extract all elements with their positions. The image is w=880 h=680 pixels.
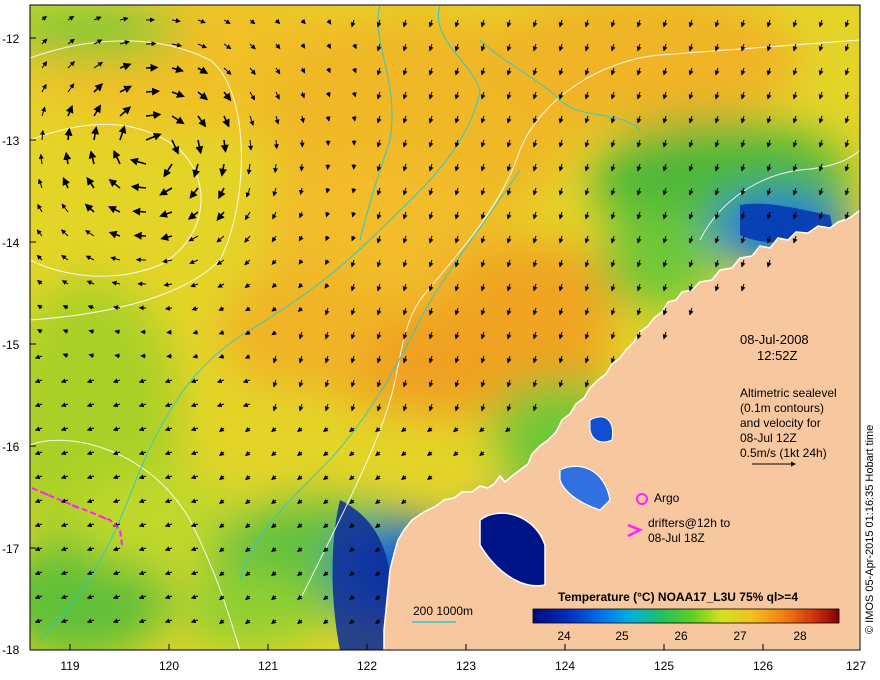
x-tick-label: 121 (257, 659, 279, 673)
colorbar-tick: 28 (793, 629, 807, 643)
y-tick-label: -15 (2, 338, 20, 352)
colorbar-tick: 25 (615, 629, 629, 643)
velocity-arrow (299, 163, 305, 172)
velocity-arrow (166, 329, 173, 335)
sea-surface-temperature-field (30, 5, 860, 650)
velocity-arrow (273, 139, 279, 150)
y-tick-label: -17 (2, 542, 20, 556)
x-tick-label: 124 (554, 659, 576, 673)
velocity-arrow (114, 353, 121, 359)
colorbar (532, 608, 840, 624)
x-tick-label: 122 (356, 659, 378, 673)
velocity-arrow (132, 207, 147, 216)
isobath-legend-label: 200 1000m (413, 604, 474, 618)
velocity-arrow (145, 87, 160, 96)
colorbar-title: Temperature (°C) NOAA17_L3U 75% ql>=4 (558, 590, 798, 604)
drifters-label-time: 08-Jul 18Z (648, 531, 705, 545)
altimetry-legend-line: Altimetric sealevel (740, 386, 837, 400)
colorbar-tick: 27 (733, 629, 747, 643)
velocity-arrow (145, 63, 159, 72)
y-tick-label: -14 (2, 236, 20, 250)
altimetry-legend-line: and velocity for (740, 416, 821, 430)
altimetry-legend-line: 08-Jul 12Z (740, 431, 797, 445)
map-date: 08-Jul-2008 (740, 332, 809, 347)
credit-text: © IMOS 05-Apr-2015 01:16:35 Hobart time (864, 424, 876, 634)
x-tick-label: 120 (158, 659, 180, 673)
velocity-arrow (166, 353, 173, 359)
x-tick-label: 127 (845, 659, 867, 673)
colorbar-tick: 26 (674, 629, 688, 643)
x-tick-label: 125 (653, 659, 675, 673)
altimetry-legend-line: 0.5m/s (1kt 24h) (740, 446, 827, 460)
argo-label: Argo (654, 491, 680, 505)
y-tick-label: -16 (2, 440, 20, 454)
velocity-arrow (133, 231, 147, 240)
colorbar-tick: 24 (557, 629, 571, 643)
y-tick-label: -18 (2, 643, 20, 657)
y-tick-label: -12 (2, 32, 20, 46)
drifters-label: drifters@12h to (648, 516, 731, 530)
y-tick-label: -13 (2, 134, 20, 148)
x-tick-label: 119 (60, 659, 80, 673)
altimetry-legend-line: (0.1m contours) (740, 401, 825, 415)
x-tick-label: 126 (752, 659, 774, 673)
map-time: 12:52Z (757, 348, 798, 363)
x-tick-label: 123 (455, 659, 477, 673)
